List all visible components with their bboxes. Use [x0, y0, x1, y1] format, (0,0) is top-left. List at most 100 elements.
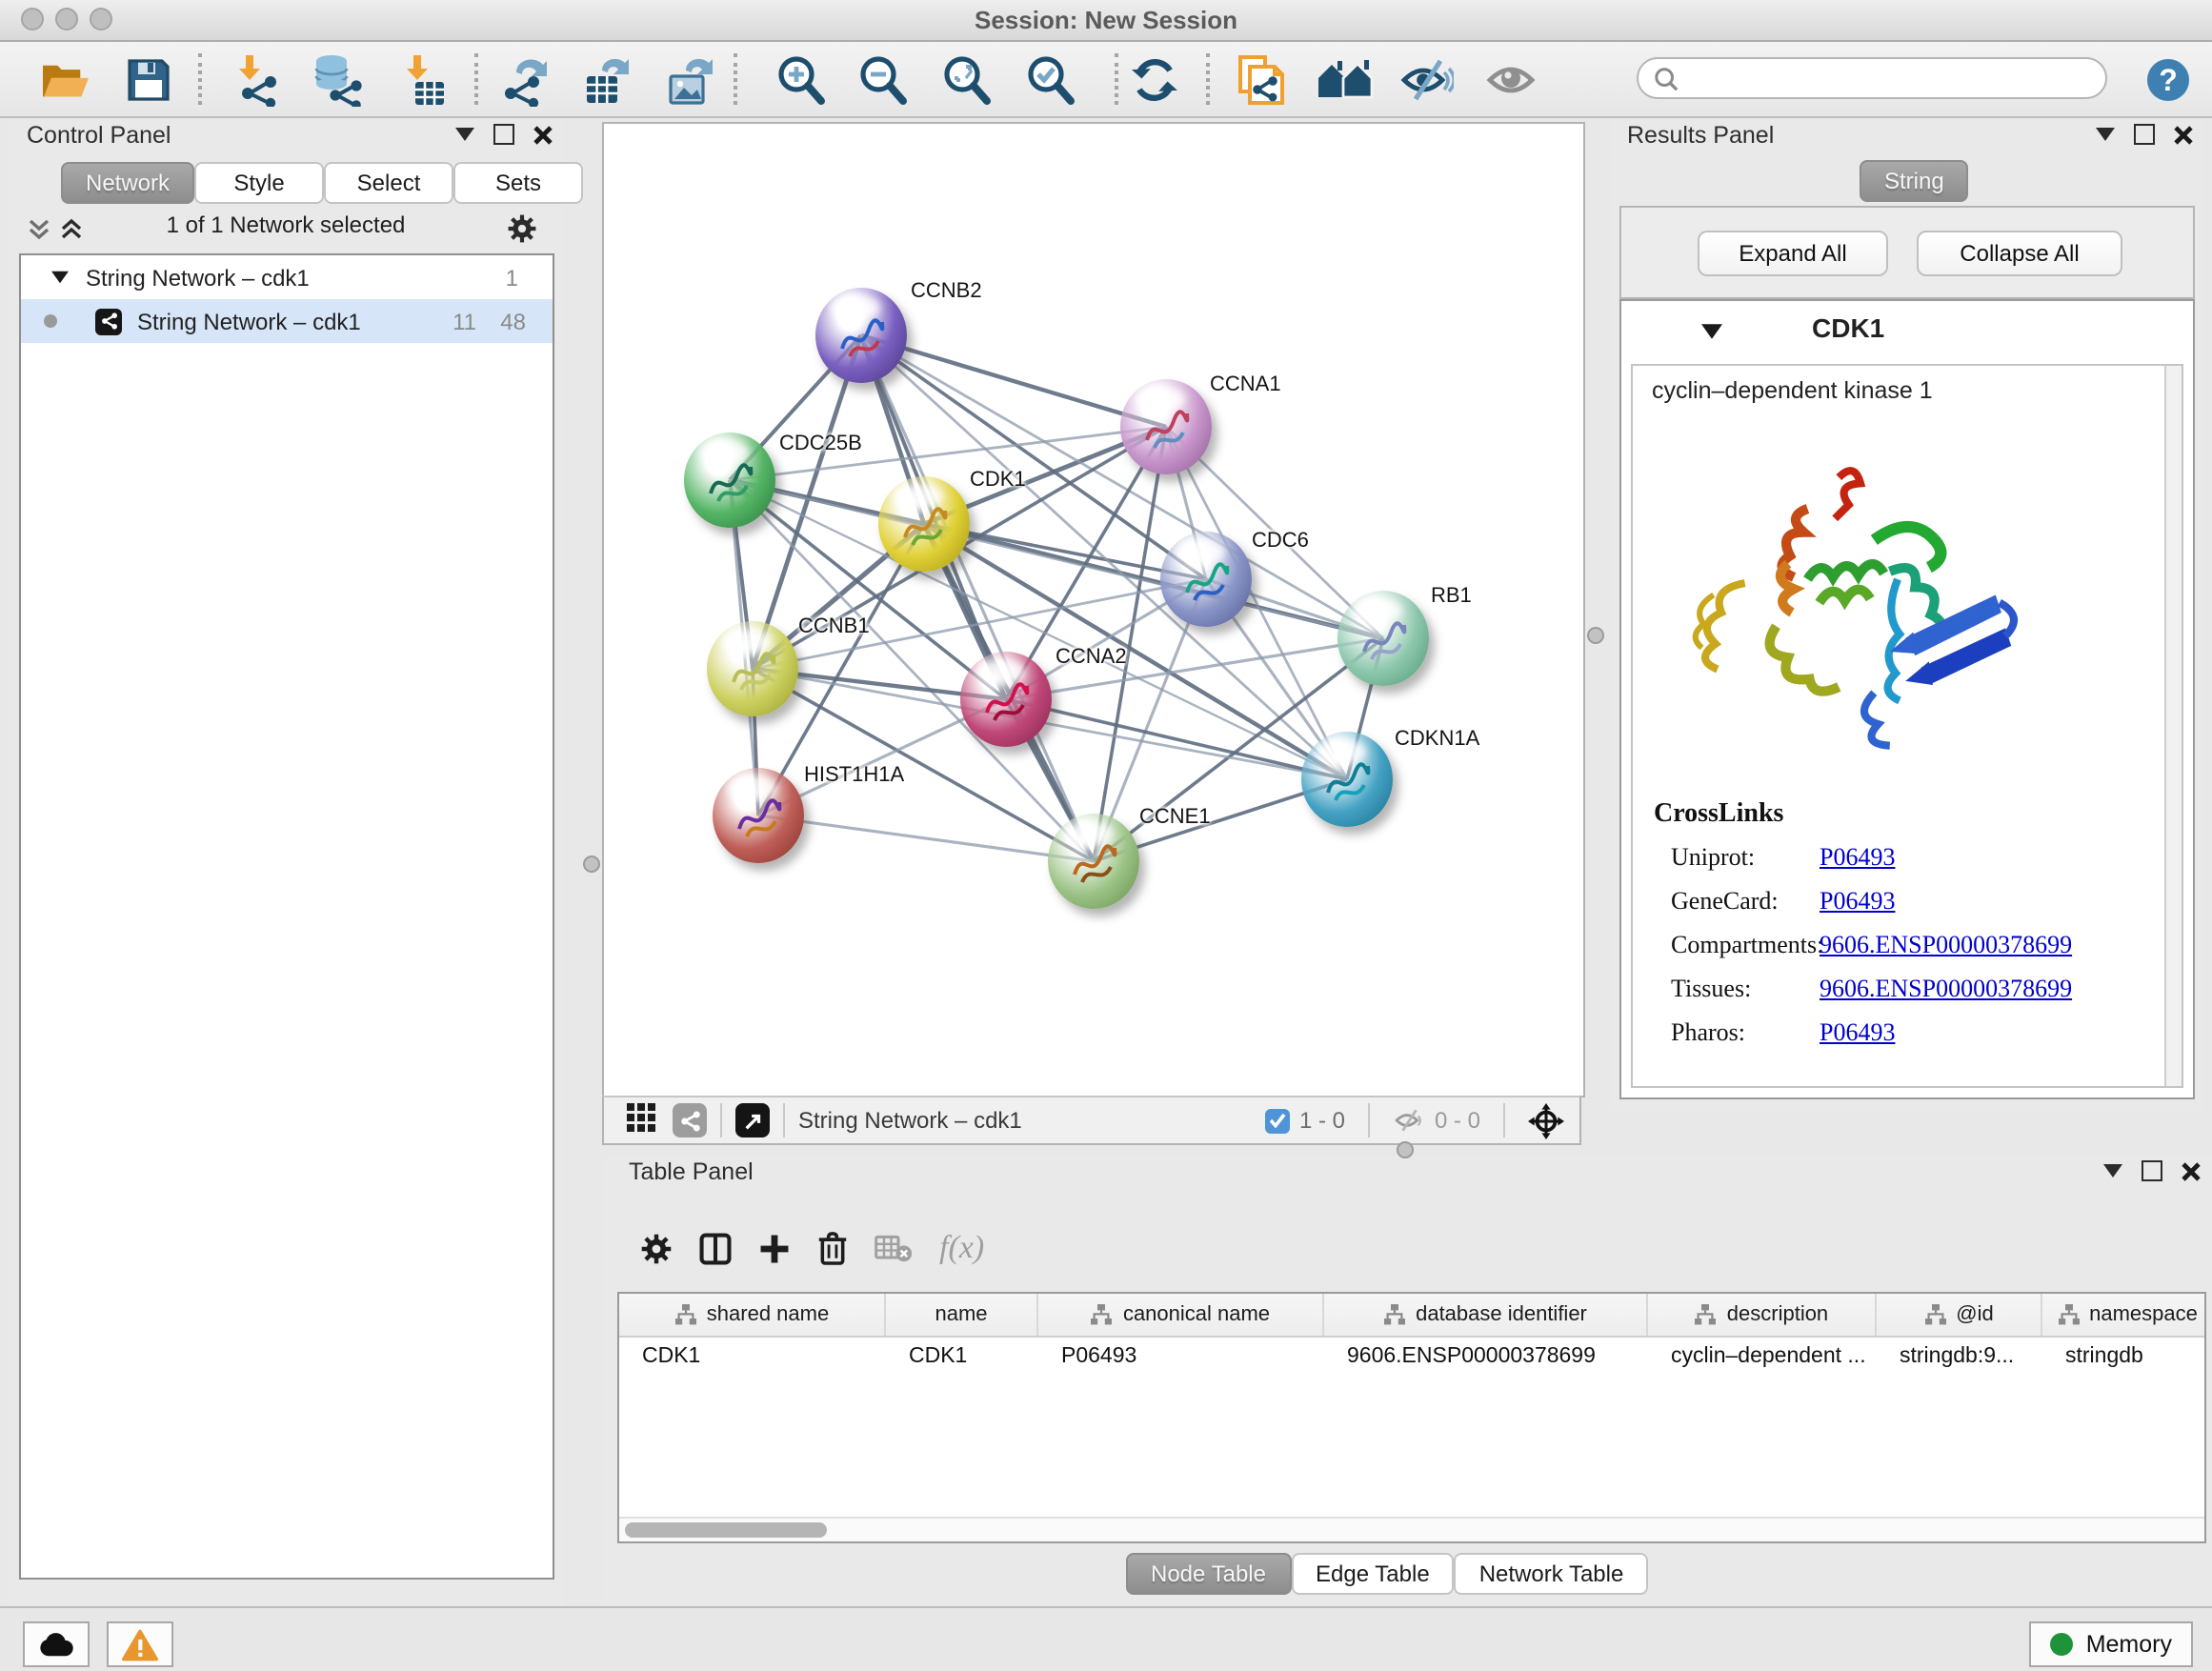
column-header--id[interactable]: @id [1877, 1294, 2042, 1336]
column-header-description[interactable]: description [1648, 1294, 1877, 1336]
add-column-icon[interactable] [758, 1232, 791, 1264]
save-session-button[interactable] [114, 51, 183, 109]
selected-checkbox-icon[interactable] [1265, 1108, 1290, 1133]
table-hscrollbar[interactable] [619, 1517, 2204, 1541]
panel-float-icon[interactable] [2142, 1160, 2162, 1181]
expand-all-icon[interactable] [59, 217, 84, 242]
collapse-all-button[interactable]: Collapse All [1917, 231, 2122, 276]
search-input[interactable] [1679, 63, 2067, 93]
crosslink-link[interactable]: P06493 [1820, 1017, 1895, 1048]
export-table-button[interactable] [572, 51, 640, 109]
node-CDKN1A[interactable] [1301, 732, 1393, 827]
network-canvas[interactable]: CCNB2CCNA1CDC25BCDK1CDC6RB1CCNB1CCNA2CDK… [602, 122, 1585, 1097]
table-options-gear-icon[interactable] [640, 1232, 673, 1264]
network-view-title: String Network – cdk1 [798, 1107, 1022, 1134]
column-header-namespace[interactable]: namespace [2042, 1294, 2206, 1336]
tab-network-table[interactable]: Network Table [1455, 1553, 1649, 1595]
zoom-out-button[interactable] [848, 51, 916, 109]
import-table-button[interactable] [391, 51, 459, 109]
open-in-new-window-icon[interactable] [735, 1103, 770, 1137]
tab-sets[interactable]: Sets [453, 162, 583, 204]
tab-select[interactable]: Select [324, 162, 453, 204]
hscrollbar-thumb[interactable] [625, 1522, 827, 1538]
memory-status-button[interactable]: Memory [2029, 1621, 2193, 1667]
protein-thumbnail-icon [724, 783, 793, 852]
node-CCNE1[interactable] [1048, 814, 1139, 909]
network-row[interactable]: String Network – cdk1 11 48 [21, 299, 553, 343]
import-network-icon [231, 53, 284, 107]
import-network-from-database-button[interactable] [305, 51, 373, 109]
network-options-gear-icon[interactable] [507, 213, 537, 244]
node-CCNB2[interactable] [815, 288, 907, 383]
zoom-in-button[interactable] [766, 51, 835, 109]
panel-collapse-icon[interactable] [2096, 128, 2115, 141]
window-close-button[interactable] [21, 8, 44, 30]
node-HIST1H1A[interactable] [713, 768, 804, 863]
tab-string[interactable]: String [1860, 160, 1969, 202]
panel-float-icon[interactable] [493, 124, 514, 145]
zoom-fit-button[interactable] [932, 51, 1000, 109]
apply-layout-button[interactable] [1120, 51, 1189, 109]
show-hidden-button[interactable] [1477, 51, 1545, 109]
table-row[interactable]: CDK1CDK1P064939606.ENSP00000378699cyclin… [619, 1338, 2204, 1381]
node-CDC6[interactable] [1160, 532, 1252, 627]
panel-float-icon[interactable] [2134, 124, 2155, 145]
panel-close-icon[interactable] [2182, 1161, 2201, 1180]
node-CCNA2[interactable] [960, 652, 1052, 747]
crosslink-link[interactable]: P06493 [1820, 842, 1895, 873]
delete-column-icon[interactable] [817, 1231, 848, 1265]
tree-expand-icon[interactable] [51, 271, 69, 284]
network-collection-row[interactable]: String Network – cdk1 1 [21, 255, 553, 299]
panel-close-icon[interactable] [2174, 125, 2193, 144]
export-network-button[interactable] [490, 51, 558, 109]
show-all-networks-button[interactable] [1311, 51, 1379, 109]
bottom-splitter-handle[interactable] [1397, 1141, 1414, 1158]
title-bar: Session: New Session [0, 0, 2212, 42]
open-session-button[interactable] [30, 51, 99, 109]
node-RB1[interactable] [1337, 591, 1429, 686]
hide-selected-button[interactable] [1393, 51, 1461, 109]
column-header-name[interactable]: name [886, 1294, 1038, 1336]
birdseye-grid-icon[interactable] [627, 1103, 655, 1137]
right-splitter-handle[interactable] [1587, 627, 1604, 644]
help-button[interactable]: ? [2134, 51, 2202, 109]
window-minimize-button[interactable] [55, 8, 78, 30]
import-network-button[interactable] [223, 51, 292, 109]
node-count: 11 [452, 308, 476, 334]
export-image-button[interactable] [655, 51, 724, 109]
tab-style[interactable]: Style [194, 162, 324, 204]
clone-network-button[interactable] [1225, 51, 1294, 109]
network-search-field[interactable] [1637, 57, 2107, 99]
panel-close-icon[interactable] [533, 125, 553, 144]
warnings-button[interactable] [107, 1621, 173, 1667]
fit-selected-crosshair-icon[interactable] [1528, 1102, 1564, 1138]
column-header-database-identifier[interactable]: database identifier [1324, 1294, 1648, 1336]
copy-documents-icon [1234, 53, 1285, 107]
window-zoom-button[interactable] [90, 8, 112, 30]
node-CDC25B[interactable] [684, 433, 775, 528]
results-scrollbar[interactable] [2164, 366, 2182, 1086]
tab-network[interactable]: Network [61, 162, 194, 204]
node-table[interactable]: shared namenamecanonical namedatabase id… [617, 1292, 2206, 1543]
crosslink-link[interactable]: P06493 [1820, 886, 1895, 916]
panel-collapse-icon[interactable] [455, 128, 474, 141]
column-header-shared-name[interactable]: shared name [619, 1294, 886, 1336]
expand-all-button[interactable]: Expand All [1698, 231, 1888, 276]
crosslink-link[interactable]: 9606.ENSP00000378699 [1820, 930, 2072, 960]
crosslink-link[interactable]: 9606.ENSP00000378699 [1820, 974, 2072, 1004]
node-CDK1[interactable] [878, 476, 970, 572]
zoom-selected-button[interactable] [1016, 51, 1084, 109]
cloud-tasks-button[interactable] [23, 1621, 90, 1667]
panel-collapse-icon[interactable] [2103, 1164, 2122, 1178]
left-splitter-handle[interactable] [583, 856, 600, 873]
node-CCNA1[interactable] [1120, 379, 1212, 474]
show-columns-icon[interactable] [699, 1232, 732, 1264]
network-type-badge-icon[interactable] [673, 1103, 707, 1137]
section-collapse-icon[interactable] [1701, 324, 1722, 339]
collapse-all-icon[interactable] [27, 217, 51, 242]
node-CCNB1[interactable] [707, 621, 798, 716]
tab-node-table[interactable]: Node Table [1126, 1553, 1291, 1595]
column-header-canonical-name[interactable]: canonical name [1038, 1294, 1324, 1336]
hidden-eye-icon[interactable] [1393, 1107, 1425, 1134]
tab-edge-table[interactable]: Edge Table [1291, 1553, 1455, 1595]
